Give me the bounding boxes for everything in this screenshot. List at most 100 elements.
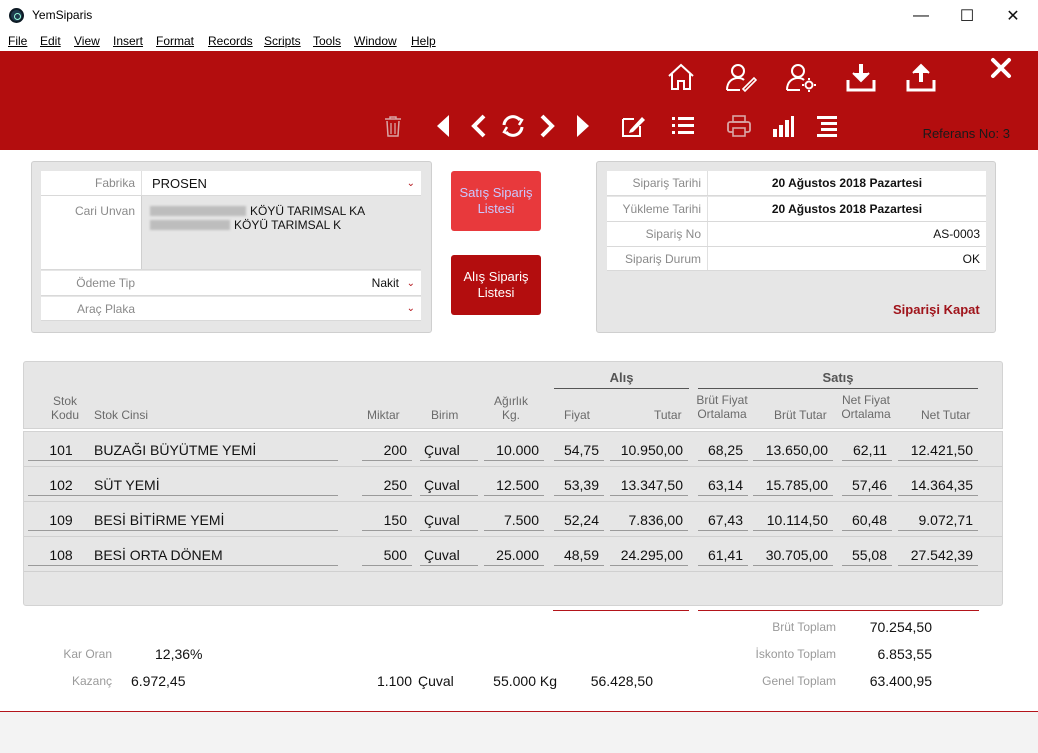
chart-icon[interactable] — [768, 112, 798, 140]
minimize-button[interactable]: — — [898, 0, 944, 31]
menu-format[interactable]: Format — [156, 34, 194, 48]
menu-edit[interactable]: Edit — [40, 34, 61, 48]
user-settings-icon[interactable] — [784, 60, 818, 94]
cell-agirlik[interactable]: 25.000 — [484, 546, 544, 566]
cell-net-tutar[interactable]: 27.542,39 — [898, 546, 978, 566]
cell-stok-cinsi[interactable]: SÜT YEMİ — [94, 476, 338, 496]
siparis-durum-field[interactable]: OK — [707, 247, 986, 270]
table-row[interactable]: 101 BUZAĞI BÜYÜTME YEMİ 200 Çuval 10.000… — [24, 432, 1002, 467]
close-window-button[interactable]: ✕ — [990, 0, 1036, 31]
cell-stok-kodu[interactable]: 109 — [28, 511, 94, 531]
cell-stok-cinsi[interactable]: BUZAĞI BÜYÜTME YEMİ — [94, 441, 338, 461]
next-icon[interactable] — [534, 112, 560, 140]
arac-plaka-select[interactable]: ⌄ — [141, 297, 421, 320]
fabrika-select[interactable]: PROSEN ⌄ — [141, 171, 421, 195]
cell-miktar[interactable]: 500 — [362, 546, 412, 566]
cell-brut-fiyat[interactable]: 67,43 — [698, 511, 748, 531]
close-icon[interactable] — [986, 54, 1016, 82]
alis-siparis-listesi-button[interactable]: Alış Sipariş Listesi — [451, 255, 541, 315]
cell-birim[interactable]: Çuval — [420, 476, 478, 496]
cari-line2: KÖYÜ TARIMSAL K — [234, 218, 342, 232]
fabrika-value: PROSEN — [152, 176, 207, 191]
cell-fiyat[interactable]: 54,75 — [554, 441, 604, 461]
cell-birim[interactable]: Çuval — [420, 546, 478, 566]
menu-tools[interactable]: Tools — [313, 34, 341, 48]
redacted-text — [150, 206, 246, 216]
cell-tutar[interactable]: 24.295,00 — [610, 546, 688, 566]
odeme-tip-label: Ödeme Tip — [41, 271, 141, 295]
menu-insert[interactable]: Insert — [113, 34, 143, 48]
menu-window[interactable]: Window — [354, 34, 397, 48]
list-icon[interactable] — [668, 112, 698, 140]
siparis-tarihi-field[interactable]: 20 Ağustos 2018 Pazartesi — [707, 171, 986, 195]
cell-net-tutar[interactable]: 14.364,35 — [898, 476, 978, 496]
cell-stok-kodu[interactable]: 102 — [28, 476, 94, 496]
cari-unvan-field[interactable]: KÖYÜ TARIMSAL KA KÖYÜ TARIMSAL K — [141, 196, 421, 269]
odeme-tip-select[interactable]: Nakit ⌄ — [141, 271, 421, 295]
menu-view[interactable]: View — [74, 34, 100, 48]
cell-net-fiyat[interactable]: 55,08 — [842, 546, 892, 566]
cell-brut-tutar[interactable]: 13.650,00 — [753, 441, 833, 461]
cell-stok-cinsi[interactable]: BESİ BİTİRME YEMİ — [94, 511, 338, 531]
table-row[interactable]: 108 BESİ ORTA DÖNEM 500 Çuval 25.000 48,… — [24, 537, 1002, 572]
cell-brut-tutar[interactable]: 10.114,50 — [753, 511, 833, 531]
align-icon[interactable] — [812, 112, 842, 140]
cell-brut-tutar[interactable]: 30.705,00 — [753, 546, 833, 566]
table-row[interactable]: 102 SÜT YEMİ 250 Çuval 12.500 53,39 13.3… — [24, 467, 1002, 502]
prev-icon[interactable] — [466, 112, 492, 140]
cell-tutar[interactable]: 13.347,50 — [610, 476, 688, 496]
cell-brut-tutar[interactable]: 15.785,00 — [753, 476, 833, 496]
user-edit-icon[interactable] — [724, 60, 758, 94]
group-satis: Satış — [698, 370, 978, 389]
cell-net-fiyat[interactable]: 62,11 — [842, 441, 892, 461]
cell-agirlik[interactable]: 10.000 — [484, 441, 544, 461]
edit-icon[interactable] — [618, 112, 648, 140]
cell-tutar[interactable]: 10.950,00 — [610, 441, 688, 461]
cell-net-fiyat[interactable]: 60,48 — [842, 511, 892, 531]
cell-agirlik[interactable]: 7.500 — [484, 511, 544, 531]
menu-scripts[interactable]: Scripts — [264, 34, 301, 48]
cell-miktar[interactable]: 250 — [362, 476, 412, 496]
header-birim: Birim — [431, 408, 459, 422]
cari-unvan-label: Cari Unvan — [41, 196, 141, 269]
menu-help[interactable]: Help — [411, 34, 436, 48]
siparisi-kapat-link[interactable]: Siparişi Kapat — [893, 302, 980, 317]
yukleme-tarihi-field[interactable]: 20 Ağustos 2018 Pazartesi — [707, 197, 986, 221]
cell-miktar[interactable]: 200 — [362, 441, 412, 461]
cell-brut-fiyat[interactable]: 68,25 — [698, 441, 748, 461]
cell-net-fiyat[interactable]: 57,46 — [842, 476, 892, 496]
cell-miktar[interactable]: 150 — [362, 511, 412, 531]
menu-records[interactable]: Records — [208, 34, 253, 48]
siparis-no-row: Sipariş No AS-0003 — [607, 222, 986, 247]
cell-stok-kodu[interactable]: 101 — [28, 441, 94, 461]
cell-brut-fiyat[interactable]: 61,41 — [698, 546, 748, 566]
print-icon[interactable] — [724, 112, 754, 140]
cell-tutar[interactable]: 7.836,00 — [610, 511, 688, 531]
app-icon — [9, 8, 24, 23]
cell-net-tutar[interactable]: 12.421,50 — [898, 441, 978, 461]
alis-total-divider — [553, 610, 689, 611]
trash-icon[interactable] — [380, 112, 406, 140]
cell-birim[interactable]: Çuval — [420, 441, 478, 461]
siparis-no-field[interactable]: AS-0003 — [707, 222, 986, 246]
table-row[interactable]: 109 BESİ BİTİRME YEMİ 150 Çuval 7.500 52… — [24, 502, 1002, 537]
satis-siparis-listesi-button[interactable]: Satış Sipariş Listesi — [451, 171, 541, 231]
download-icon[interactable] — [844, 60, 878, 94]
siparis-durum-row: Sipariş Durum OK — [607, 247, 986, 271]
cell-fiyat[interactable]: 48,59 — [554, 546, 604, 566]
first-icon[interactable] — [430, 112, 456, 140]
menu-file[interactable]: File — [8, 34, 27, 48]
home-icon[interactable] — [664, 60, 698, 94]
upload-icon[interactable] — [904, 60, 938, 94]
cell-stok-kodu[interactable]: 108 — [28, 546, 94, 566]
refresh-icon[interactable] — [498, 112, 528, 140]
cell-agirlik[interactable]: 12.500 — [484, 476, 544, 496]
cell-stok-cinsi[interactable]: BESİ ORTA DÖNEM — [94, 546, 338, 566]
cell-brut-fiyat[interactable]: 63,14 — [698, 476, 748, 496]
maximize-button[interactable]: ☐ — [944, 0, 990, 31]
cell-birim[interactable]: Çuval — [420, 511, 478, 531]
cell-net-tutar[interactable]: 9.072,71 — [898, 511, 978, 531]
cell-fiyat[interactable]: 53,39 — [554, 476, 604, 496]
last-icon[interactable] — [570, 112, 596, 140]
cell-fiyat[interactable]: 52,24 — [554, 511, 604, 531]
